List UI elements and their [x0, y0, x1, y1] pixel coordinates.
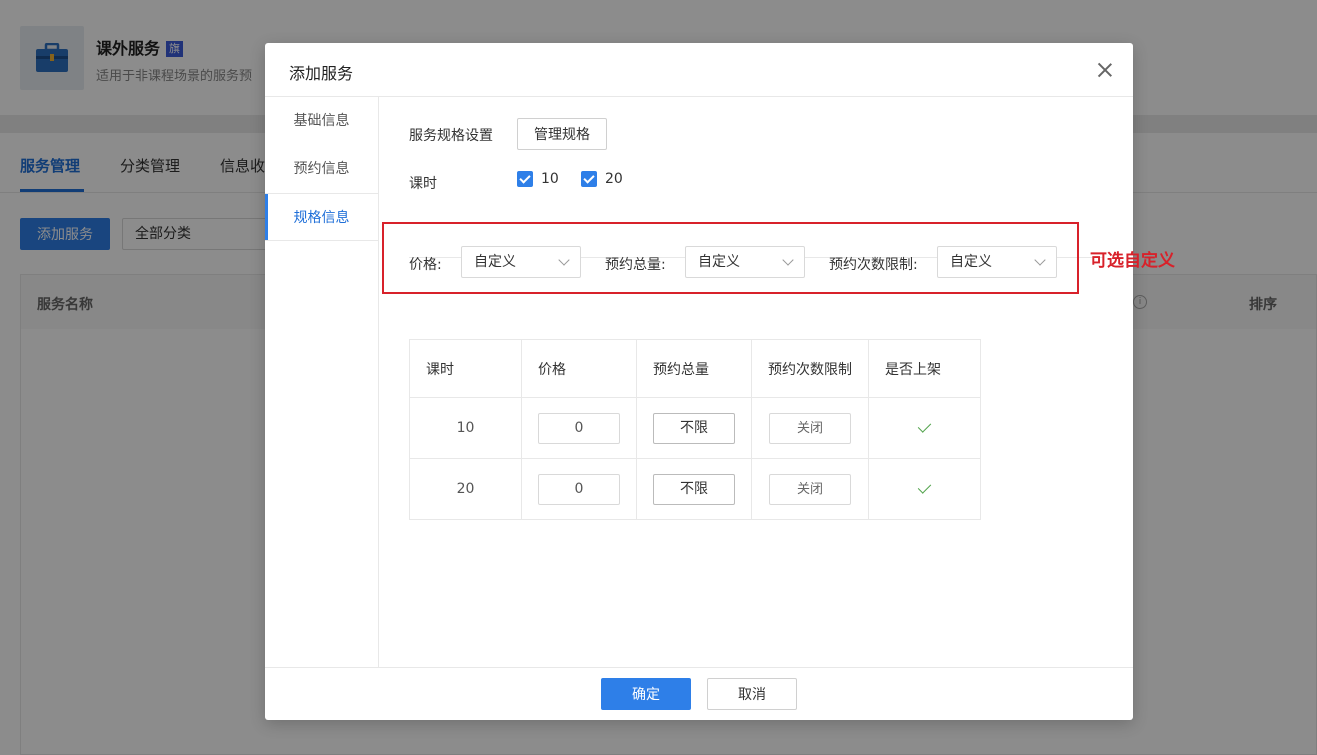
hour-option-label: 10 — [541, 171, 559, 187]
dialog-footer: 确定 取消 — [265, 667, 1133, 720]
price-cell: 0 — [521, 458, 637, 520]
limit-input[interactable]: 关闭 — [769, 412, 851, 444]
table-row: 10 0 不限 关闭 — [409, 397, 981, 459]
total-cell: 不限 — [636, 458, 752, 520]
dialog-header: 添加服务 — [265, 43, 1133, 97]
hour-option-10[interactable]: 10 — [517, 171, 559, 187]
annotation-highlight-box — [382, 222, 1079, 294]
price-input[interactable]: 0 — [538, 473, 620, 505]
annotation-note: 可选自定义 — [1090, 251, 1175, 271]
hour-option-label: 20 — [605, 171, 623, 187]
add-service-dialog: 添加服务 基础信息 预约信息 规格信息 服务规格设置 管理规格 课时 10 20… — [265, 43, 1133, 720]
listed-cell — [868, 397, 981, 459]
limit-input[interactable]: 关闭 — [769, 473, 851, 505]
hours-cell: 20 — [409, 458, 522, 520]
checkbox-checked-icon[interactable] — [581, 171, 597, 187]
hours-label: 课时 — [409, 176, 437, 192]
manage-spec-button[interactable]: 管理规格 — [517, 118, 607, 150]
spec-table-header-row: 课时 价格 预约总量 预约次数限制 是否上架 — [409, 339, 981, 398]
spec-info-panel: 服务规格设置 管理规格 课时 10 20 价格: 自定义 预约总量: 自定义 预… — [379, 97, 1133, 667]
dialog-side-nav: 基础信息 预约信息 规格信息 — [265, 97, 379, 667]
column-hours: 课时 — [409, 339, 522, 398]
column-total: 预约总量 — [636, 339, 752, 398]
hours-cell: 10 — [409, 397, 522, 459]
confirm-button[interactable]: 确定 — [601, 678, 691, 710]
nav-booking-info[interactable]: 预约信息 — [265, 145, 378, 193]
spec-table: 课时 价格 预约总量 预约次数限制 是否上架 10 0 不限 关闭 20 0 不… — [409, 339, 981, 520]
close-icon[interactable] — [1095, 60, 1115, 80]
check-icon[interactable] — [917, 419, 932, 433]
cancel-button[interactable]: 取消 — [707, 678, 797, 710]
nav-spec-info[interactable]: 规格信息 — [265, 193, 378, 241]
column-price: 价格 — [521, 339, 637, 398]
total-input[interactable]: 不限 — [653, 412, 735, 444]
total-input[interactable]: 不限 — [653, 473, 735, 505]
total-cell: 不限 — [636, 397, 752, 459]
spec-settings-label: 服务规格设置 — [409, 128, 493, 144]
column-listed: 是否上架 — [868, 339, 981, 398]
price-cell: 0 — [521, 397, 637, 459]
column-limit: 预约次数限制 — [751, 339, 869, 398]
hour-option-20[interactable]: 20 — [581, 171, 623, 187]
table-row: 20 0 不限 关闭 — [409, 458, 981, 520]
checkbox-checked-icon[interactable] — [517, 171, 533, 187]
nav-basic-info[interactable]: 基础信息 — [265, 97, 378, 145]
limit-cell: 关闭 — [751, 458, 869, 520]
check-icon[interactable] — [917, 480, 932, 494]
dialog-title: 添加服务 — [289, 64, 354, 83]
price-input[interactable]: 0 — [538, 412, 620, 444]
limit-cell: 关闭 — [751, 397, 869, 459]
listed-cell — [868, 458, 981, 520]
